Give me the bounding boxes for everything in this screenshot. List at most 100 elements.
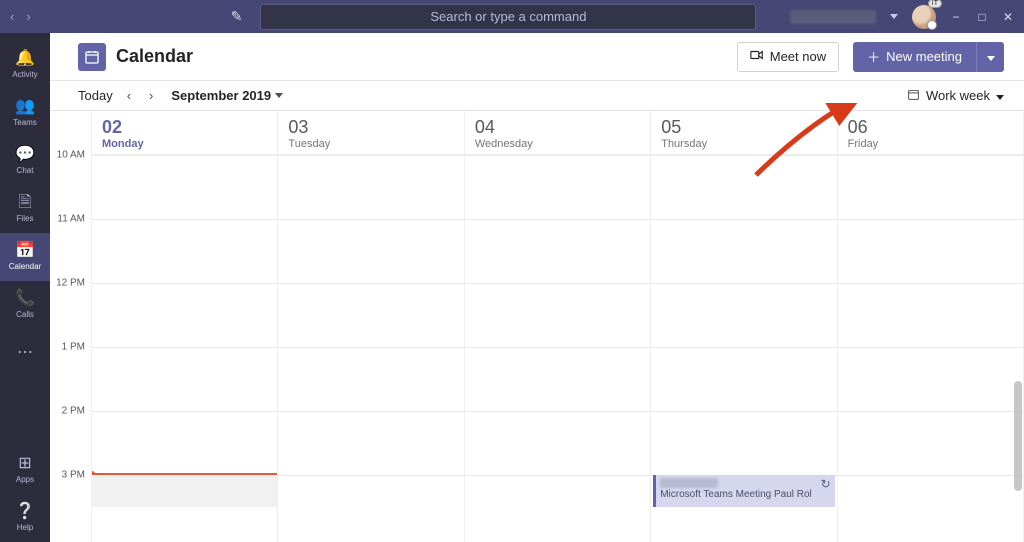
chevron-down-icon (996, 88, 1004, 103)
day-number: 03 (288, 117, 453, 138)
view-switcher[interactable]: Work week (907, 88, 1004, 104)
today-button[interactable]: Today (78, 88, 113, 103)
time-label: 12 PM (56, 278, 85, 289)
rail-help[interactable]: ❔ Help (0, 494, 50, 542)
day-header[interactable]: 04Wednesday (465, 111, 650, 155)
search-input[interactable]: Search or type a command (260, 4, 756, 30)
file-icon: 🗎 (19, 195, 32, 211)
time-label: 2 PM (62, 406, 85, 417)
day-name: Wednesday (475, 138, 640, 150)
app-rail: 🔔 Activity 👥 Teams 💬 Chat 🗎 Files 📅 Cale… (0, 33, 50, 542)
teams-icon: 👥 (15, 99, 35, 115)
chevron-down-icon (987, 49, 995, 64)
video-icon (750, 48, 764, 65)
time-label: 1 PM (62, 342, 85, 353)
scrollbar[interactable] (1014, 381, 1022, 491)
day-number: 05 (661, 117, 826, 138)
slots: ↻Microsoft Teams Meeting Paul Rol (651, 155, 836, 542)
busy-block (92, 475, 277, 507)
rail-label: Calls (16, 310, 34, 319)
main-area: Calendar Meet now ＋ New meeting (50, 33, 1024, 542)
time-gutter: 10 AM 11 AM 12 PM 1 PM 2 PM 3 PM (50, 111, 92, 542)
day-number: 02 (102, 117, 267, 138)
apps-icon: ⊞ (18, 456, 31, 472)
day-number: 04 (475, 117, 640, 138)
event-subtitle: Microsoft Teams Meeting Paul Rol (660, 489, 830, 500)
rail-label: Chat (17, 166, 34, 175)
day-column[interactable]: 03Tuesday (278, 111, 464, 542)
new-meeting-label: New meeting (886, 49, 962, 64)
meet-now-label: Meet now (770, 49, 826, 64)
time-label: 11 AM (57, 214, 85, 225)
next-week-button[interactable]: › (149, 88, 153, 103)
rail-more[interactable]: ⋯ (0, 329, 50, 377)
calendar-icon: 📅 (15, 243, 35, 259)
rail-label: Teams (13, 118, 37, 127)
forward-button[interactable]: › (26, 9, 30, 24)
rail-apps[interactable]: ⊞ Apps (0, 446, 50, 494)
day-columns: 02Monday03Tuesday04Wednesday05Thursday↻M… (92, 111, 1024, 542)
slots (92, 155, 277, 542)
rail-activity[interactable]: 🔔 Activity (0, 41, 50, 89)
slots (278, 155, 463, 542)
new-meeting-button[interactable]: ＋ New meeting (853, 42, 976, 72)
new-meeting-dropdown[interactable] (976, 42, 1004, 72)
rail-calendar[interactable]: 📅 Calendar (0, 233, 50, 281)
day-header[interactable]: 02Monday (92, 111, 277, 155)
more-icon: ⋯ (17, 345, 33, 361)
day-name: Friday (848, 138, 1013, 150)
meet-now-button[interactable]: Meet now (737, 42, 839, 72)
chat-icon: 💬 (15, 147, 35, 163)
calendar-toolbar: Today ‹ › September 2019 Work week (50, 81, 1024, 111)
rail-files[interactable]: 🗎 Files (0, 185, 50, 233)
calendar-grid: 10 AM11 AM12 PM1 PM2 PM3 PM 02Monday03Tu… (50, 111, 1024, 542)
rail-teams[interactable]: 👥 Teams (0, 89, 50, 137)
phone-icon: 📞 (15, 291, 35, 307)
day-header[interactable]: 03Tuesday (278, 111, 463, 155)
prev-week-button[interactable]: ‹ (127, 88, 131, 103)
day-number: 06 (848, 117, 1013, 138)
day-column[interactable]: 06Friday (838, 111, 1024, 542)
window-maximize[interactable]: □ (976, 11, 988, 23)
event-subject-blurred (660, 478, 718, 488)
search-placeholder: Search or type a command (430, 9, 586, 24)
month-chevron-icon[interactable] (275, 90, 283, 101)
day-name: Thursday (661, 138, 826, 150)
day-column[interactable]: 05Thursday ↻Microsoft Teams Meeting Paul … (651, 111, 837, 542)
compose-icon[interactable]: ✎ (231, 8, 243, 25)
recurring-icon: ↻ (821, 477, 831, 491)
slots (465, 155, 650, 542)
org-dropdown[interactable] (890, 11, 898, 22)
calendar-small-icon (907, 88, 920, 104)
day-column[interactable]: 04Wednesday (465, 111, 651, 542)
page-title: Calendar (116, 46, 193, 67)
rail-label: Files (17, 214, 34, 223)
help-icon: ❔ (15, 504, 35, 520)
slots (838, 155, 1023, 542)
rail-label: Apps (16, 475, 34, 484)
day-header[interactable]: 05Thursday (651, 111, 836, 155)
rail-chat[interactable]: 💬 Chat (0, 137, 50, 185)
month-label[interactable]: September 2019 (171, 88, 271, 103)
new-meeting-group: ＋ New meeting (853, 42, 1004, 72)
calendar-app-icon (78, 43, 106, 71)
rail-calls[interactable]: 📞 Calls (0, 281, 50, 329)
time-label: 3 PM (62, 470, 85, 481)
plus-icon: ＋ (867, 47, 880, 66)
bell-icon: 🔔 (15, 51, 35, 67)
rail-label: Calendar (9, 262, 41, 271)
rail-label: Help (17, 523, 33, 532)
time-label: 10 AM (57, 150, 85, 161)
avatar[interactable] (912, 5, 936, 29)
title-bar: ‹ › ✎ Search or type a command − □ ✕ (0, 0, 1024, 33)
window-minimize[interactable]: − (950, 11, 962, 23)
calendar-event[interactable]: ↻Microsoft Teams Meeting Paul Rol (653, 475, 834, 507)
day-header[interactable]: 06Friday (838, 111, 1023, 155)
page-header: Calendar Meet now ＋ New meeting (50, 33, 1024, 81)
rail-label: Activity (12, 70, 37, 79)
day-name: Tuesday (288, 138, 453, 150)
view-label: Work week (926, 88, 990, 103)
window-close[interactable]: ✕ (1002, 11, 1014, 23)
day-column[interactable]: 02Monday (92, 111, 278, 542)
back-button[interactable]: ‹ (10, 9, 14, 24)
